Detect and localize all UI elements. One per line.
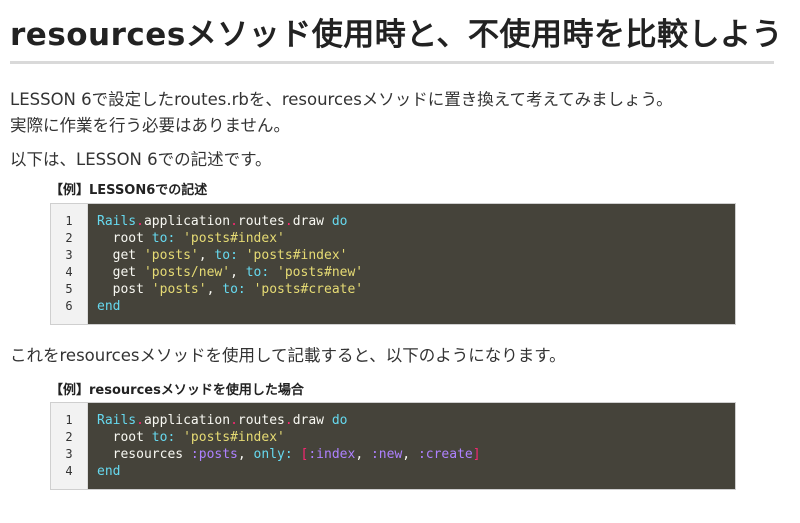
code-token: :posts bbox=[190, 447, 238, 462]
code-token: . bbox=[136, 214, 144, 229]
code-token: . bbox=[230, 413, 238, 428]
code-token: . bbox=[284, 413, 293, 428]
example2-code[interactable]: Rails.application.routes.draw do root to… bbox=[88, 403, 735, 489]
code-token: draw bbox=[292, 214, 332, 229]
code-token: root bbox=[97, 430, 152, 445]
code-token: ] bbox=[472, 447, 481, 462]
line-number: 4 bbox=[65, 464, 73, 478]
example1-label: 【例】LESSON6での記述 bbox=[50, 183, 208, 198]
code-token: , bbox=[230, 265, 246, 280]
code-line: Rails.application.routes.draw do bbox=[97, 412, 725, 429]
code-token: , bbox=[355, 447, 371, 462]
line-number: 6 bbox=[65, 299, 73, 313]
code-line: end bbox=[97, 298, 725, 315]
page-title: resourcesメソッド使用時と、不使用時を比較しよう bbox=[10, 17, 784, 53]
line-number: 1 bbox=[65, 413, 73, 427]
code-token: to: bbox=[245, 265, 270, 280]
code-token: , bbox=[198, 248, 215, 263]
example2-label: 【例】resourcesメソッドを使用した場合 bbox=[50, 383, 304, 398]
code-token: 'posts' bbox=[143, 248, 199, 263]
code-token: do bbox=[331, 413, 348, 428]
code-token: application bbox=[143, 214, 231, 229]
code-token: routes bbox=[237, 413, 285, 428]
code-line: root to: 'posts#index' bbox=[97, 230, 725, 247]
line-number: 5 bbox=[65, 282, 73, 296]
code-token: only: bbox=[253, 447, 293, 462]
code-token: 'posts#new' bbox=[277, 265, 364, 280]
example1-code[interactable]: Rails.application.routes.draw do root to… bbox=[88, 204, 735, 324]
intro-paragraph-line-1: LESSON 6で設定したroutes.rbを、resourcesメソッドに置き… bbox=[10, 90, 673, 109]
code-line: Rails.application.routes.draw do bbox=[97, 213, 725, 230]
code-token: do bbox=[331, 214, 348, 229]
code-token: application bbox=[143, 413, 231, 428]
example1-line-numbers: 1 2 3 4 5 6 bbox=[51, 204, 88, 324]
example2-code-block[interactable]: 1234 Rails.application.routes.draw do ro… bbox=[50, 402, 736, 490]
code-token: , bbox=[206, 282, 223, 297]
code-token: :create bbox=[417, 447, 473, 462]
code-token: end bbox=[97, 464, 121, 479]
code-token: to: bbox=[151, 430, 176, 445]
code-token: Rails bbox=[97, 214, 137, 229]
example1-lead-text: 以下は、LESSON 6での記述です。 bbox=[10, 150, 272, 169]
code-token: to: bbox=[222, 282, 246, 297]
code-token: routes bbox=[237, 214, 285, 229]
code-token: . bbox=[230, 214, 238, 229]
example2-line-numbers: 1 2 3 4 bbox=[51, 403, 88, 489]
code-token: . bbox=[284, 214, 293, 229]
code-token: 'posts#index' bbox=[183, 231, 285, 246]
line-number: 2 bbox=[65, 231, 73, 245]
line-number: 4 bbox=[65, 265, 73, 279]
intro-paragraph-line-2: 実際に作業を行う必要はありません。 bbox=[10, 116, 291, 135]
code-line: end bbox=[97, 463, 725, 480]
code-token: , bbox=[237, 447, 254, 462]
code-token: to: bbox=[151, 231, 176, 246]
line-number: 3 bbox=[65, 248, 73, 262]
line-number: 3 bbox=[65, 447, 73, 461]
code-line: root to: 'posts#index' bbox=[97, 429, 725, 446]
example1-code-block[interactable]: 1 2 3 4 5 6 Rails.application.routes.draw do … bbox=[50, 203, 736, 325]
code-token: draw bbox=[292, 413, 332, 428]
title-divider bbox=[10, 61, 774, 64]
code-token: , bbox=[402, 447, 418, 462]
code-token: . bbox=[136, 413, 144, 428]
code-line: get 'posts', to: 'posts#index' bbox=[97, 247, 725, 264]
code-token: 'posts#index' bbox=[245, 248, 348, 263]
code-line: get 'posts/new', to: 'posts#new' bbox=[97, 264, 725, 281]
code-token: 'posts' bbox=[151, 282, 207, 297]
example2-lead-text: これをresourcesメソッドを使用して記載すると、以下のようになります。 bbox=[10, 346, 566, 365]
code-token: :new bbox=[370, 447, 403, 462]
code-line: post 'posts', to: 'posts#create' bbox=[97, 281, 725, 298]
code-token: resources bbox=[97, 447, 191, 462]
code-token: Rails bbox=[97, 413, 137, 428]
code-token: get bbox=[97, 265, 144, 280]
line-number: 2 bbox=[65, 430, 73, 444]
code-token: 'posts/new' bbox=[143, 265, 231, 280]
line-number: 1 bbox=[65, 214, 73, 228]
code-line: resources :posts, only: [:index, :new, :… bbox=[97, 446, 725, 463]
code-token: root bbox=[97, 231, 152, 246]
code-token: to: bbox=[214, 248, 238, 263]
code-token: :index bbox=[308, 447, 356, 462]
code-token: 'posts#index' bbox=[183, 430, 285, 445]
code-token: post bbox=[97, 282, 152, 297]
code-token: get bbox=[97, 248, 144, 263]
code-token: end bbox=[97, 299, 121, 314]
code-token: 'posts#create' bbox=[253, 282, 364, 297]
